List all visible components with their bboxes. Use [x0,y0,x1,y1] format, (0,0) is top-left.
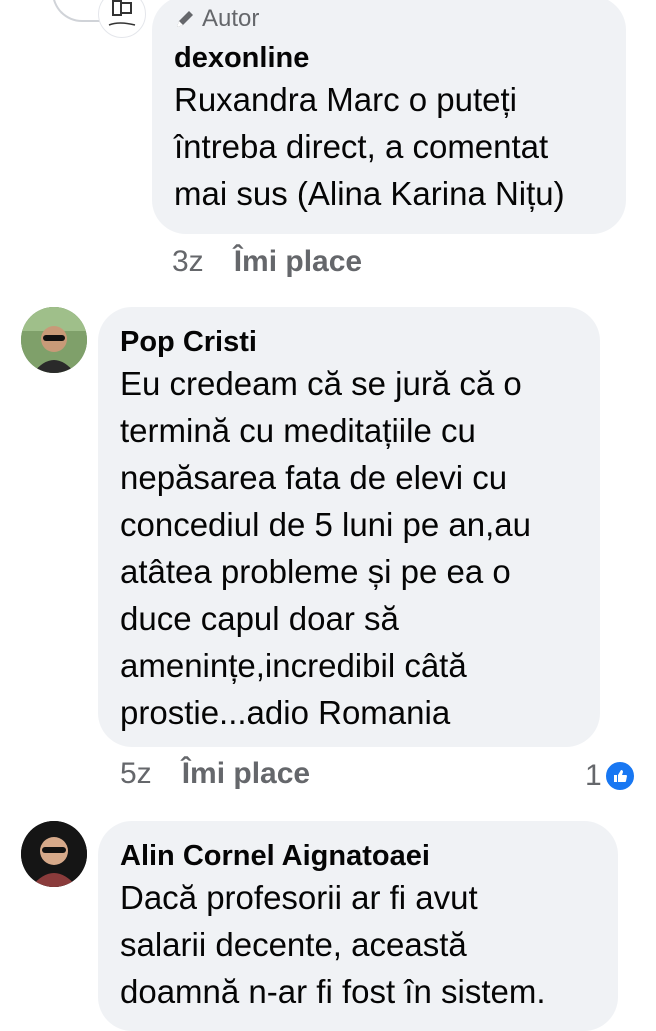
avatar-pop-cristi[interactable] [21,307,87,373]
author-badge: Autor [174,2,604,36]
commenter-name[interactable]: dexonline [174,40,604,76]
comment-text: Ruxandra Marc o puteți întreba direct, a… [174,76,604,217]
comment-line: mai sus (Alina Karina Nițu) [174,175,565,212]
reaction-count: 1 [585,759,602,792]
comment-meta: 5z Îmi place [120,757,310,791]
comment-line: întreba direct, a comentat [174,128,549,165]
comment-time[interactable]: 5z [120,757,152,791]
comment-line: Eu credeam că se jură că o [120,365,522,402]
comment-bubble-dexonline: Autor dexonline Ruxandra Marc o puteți î… [152,0,626,234]
comment-line: nepăsarea fata de elevi cu [120,459,508,496]
commenter-name[interactable]: Pop Cristi [120,324,578,360]
commenter-name[interactable]: Alin Cornel Aignatoaei [120,838,596,874]
comment-line: Ruxandra Marc o puteți [174,81,518,118]
comment-line: duce capul doar să [120,600,399,637]
pencil-icon [177,11,193,27]
comment-bubble-alin-cornel-aignatoaei: Alin Cornel Aignatoaei Dacă profesorii a… [98,821,618,1031]
comment-meta: 3z Îmi place [172,245,362,279]
like-button[interactable]: Îmi place [182,757,310,791]
comment-line: Dacă profesorii ar fi avut [120,879,478,916]
comment-line: termină cu meditațiile cu [120,412,476,449]
comment-line: prostie...adio Romania [120,694,451,731]
avatar-dexonline[interactable] [98,0,146,38]
comment-line: atâtea probleme și pe ea o [120,553,511,590]
comment-line: salarii decente, această [120,926,467,963]
thumbs-up-icon [603,760,636,792]
comment-time[interactable]: 3z [172,245,204,279]
reaction-summary[interactable]: 1 [585,759,636,793]
comment-bubble-pop-cristi: Pop Cristi Eu credeam că se jură că o te… [98,307,600,747]
like-button[interactable]: Îmi place [234,245,362,279]
comment-line: amenințe,incredibil câtă [120,647,467,684]
avatar-alin-cornel-aignatoaei[interactable] [21,821,87,887]
profile-photo-icon [21,307,87,373]
comment-text: Dacă profesorii ar fi avut salarii decen… [120,874,596,1015]
dexonline-logo-icon [108,0,136,26]
comment-line: doamnă n-ar fi fost în sistem. [120,973,546,1010]
author-badge-label: Autor [202,5,260,32]
comment-text: Eu credeam că se jură că o termină cu me… [120,360,578,736]
comment-line: concediul de 5 luni pe an,au [120,506,531,543]
profile-photo-icon [21,821,87,887]
